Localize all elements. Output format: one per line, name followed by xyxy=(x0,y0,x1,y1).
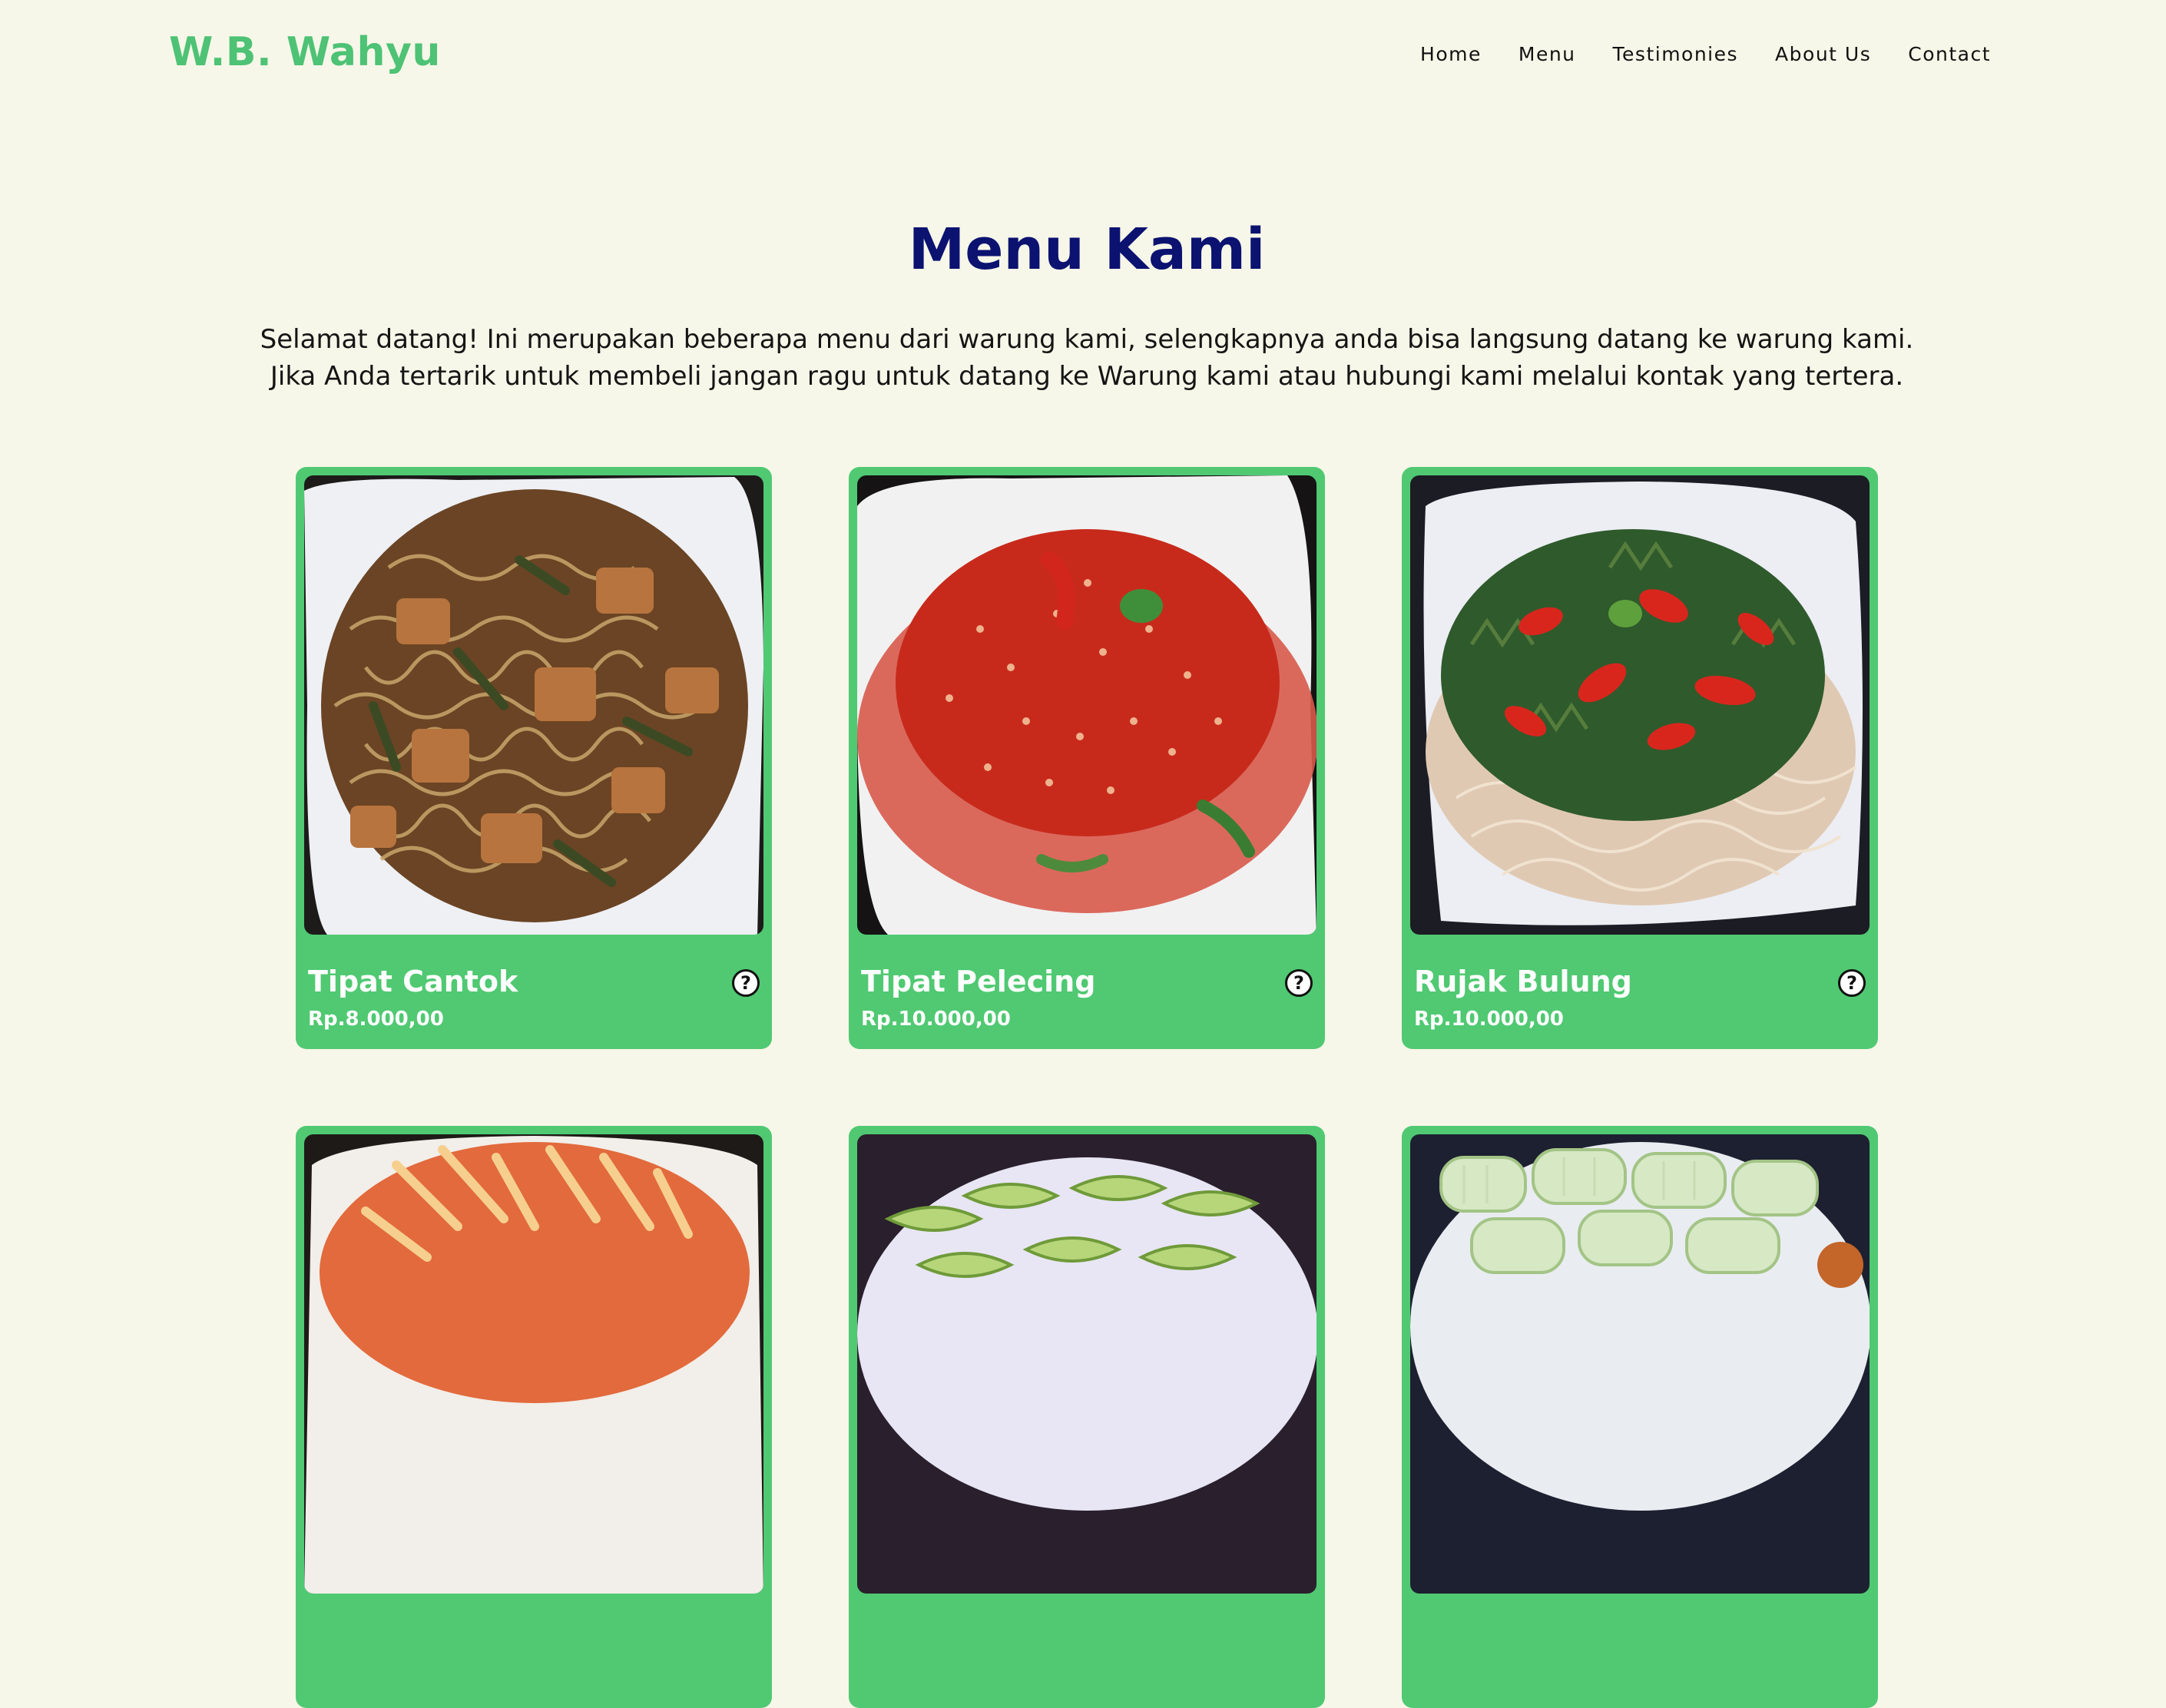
menu-grid: Tipat Cantok Rp.8.000,00 ? Tipat Pelecin… xyxy=(296,467,1878,1708)
food-photo-tipat-pelecing xyxy=(857,475,1316,935)
page-title: Menu Kami xyxy=(908,217,1266,283)
nav-menu: Home Menu Testimonies About Us Contact xyxy=(1420,43,1991,65)
nav-home[interactable]: Home xyxy=(1420,43,1482,65)
food-photo-papaya-salad xyxy=(304,1134,763,1594)
menu-card[interactable]: Rujak Bulung Rp.10.000,00 ? xyxy=(1402,467,1878,1049)
card-title: Tipat Cantok xyxy=(308,965,518,998)
nav-testimonies[interactable]: Testimonies xyxy=(1613,43,1739,65)
brand-logo[interactable]: W.B. Wahyu xyxy=(169,29,441,75)
menu-card[interactable]: Tipat Cantok Rp.8.000,00 ? xyxy=(296,467,772,1049)
nav-about-us[interactable]: About Us xyxy=(1775,43,1871,65)
help-icon[interactable]: ? xyxy=(1838,969,1866,997)
card-title: Rujak Bulung xyxy=(1414,965,1632,998)
food-photo-cucumber-slices xyxy=(857,1134,1316,1594)
menu-card[interactable] xyxy=(296,1126,772,1708)
navbar: W.B. Wahyu Home Menu Testimonies About U… xyxy=(0,0,2166,112)
food-photo-tipat-cantok xyxy=(304,475,763,935)
nav-contact[interactable]: Contact xyxy=(1908,43,1991,65)
menu-card[interactable] xyxy=(849,1126,1325,1708)
menu-card[interactable] xyxy=(1402,1126,1878,1708)
menu-card[interactable]: Tipat Pelecing Rp.10.000,00 ? xyxy=(849,467,1325,1049)
help-icon[interactable]: ? xyxy=(1285,969,1313,997)
card-price: Rp.10.000,00 xyxy=(1414,1008,1564,1031)
nav-menu-link[interactable]: Menu xyxy=(1519,43,1576,65)
intro-text: Selamat datang! Ini merupakan beberapa m… xyxy=(253,321,1920,395)
card-price: Rp.8.000,00 xyxy=(308,1008,444,1031)
card-title: Tipat Pelecing xyxy=(861,965,1096,998)
intro-line-1: Selamat datang! Ini merupakan beberapa m… xyxy=(260,324,1914,355)
food-photo-rujak-bulung xyxy=(1410,475,1870,935)
help-icon[interactable]: ? xyxy=(732,969,760,997)
card-price: Rp.10.000,00 xyxy=(861,1008,1011,1031)
intro-line-2: Jika Anda tertarik untuk membeli jangan … xyxy=(270,361,1904,392)
food-photo-sliced-fruit xyxy=(1410,1134,1870,1594)
